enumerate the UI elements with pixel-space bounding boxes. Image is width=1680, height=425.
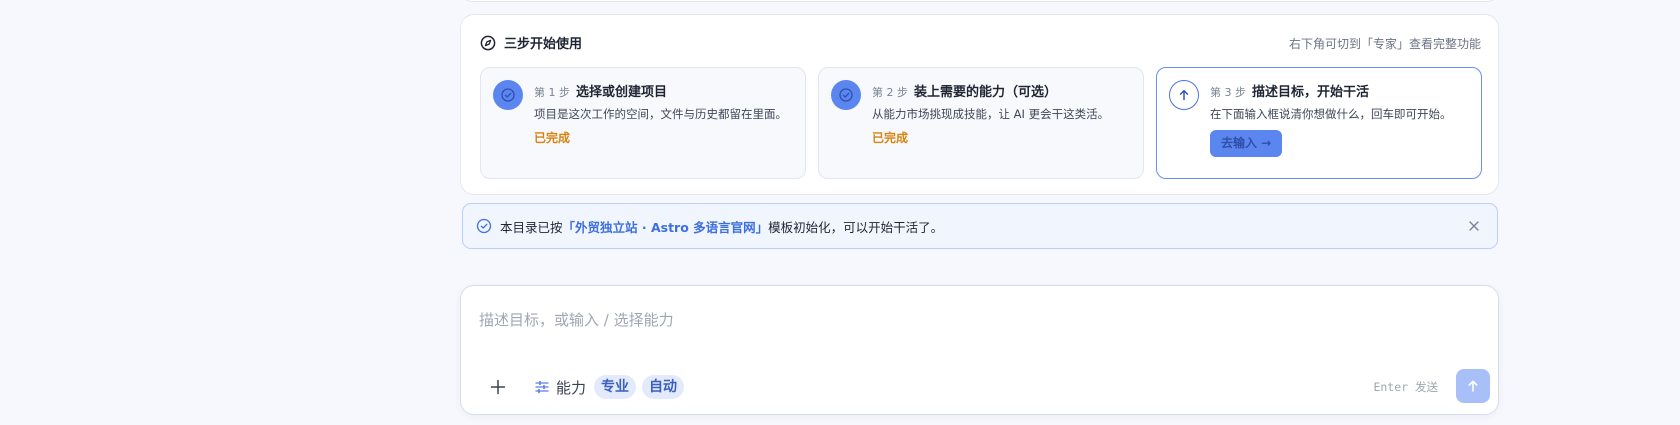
onboarding-hint: 右下角可切到「专家」查看完整功能 — [1288, 37, 1481, 51]
capability-label: 能力 — [556, 378, 587, 397]
template-init-notice: 本目录已按「外贸独立站 · Astro 多语言官网」模板初始化，可以开始干活了。 — [462, 203, 1498, 249]
compass-icon — [480, 35, 496, 51]
step-number: 第 2 步 — [872, 86, 908, 99]
send-button[interactable] — [1456, 369, 1490, 403]
composer: 能力 专业 自动 Enter 发送 — [460, 285, 1499, 415]
close-icon[interactable] — [1465, 217, 1483, 235]
notice-prefix: 本目录已按 — [500, 219, 563, 235]
mode-chip-professional[interactable]: 专业 — [594, 375, 637, 399]
step-description: 从能力市场挑现成技能，让 AI 更会干这类活。 — [872, 107, 1110, 121]
step-status: 已完成 — [872, 131, 909, 145]
go-input-button[interactable]: 去输入 → — [1210, 130, 1283, 157]
mode-chip-auto[interactable]: 自动 — [642, 375, 685, 399]
check-circle-icon — [476, 218, 492, 234]
onboarding-card: 三步开始使用 右下角可切到「专家」查看完整功能 第 1 步 选择或创建项目 项目… — [460, 14, 1499, 195]
previous-card-edge — [460, 0, 1499, 2]
step-card-1[interactable]: 第 1 步 选择或创建项目 项目是这次工作的空间，文件与历史都留在里面。 已完成 — [480, 67, 806, 179]
onboarding-title: 三步开始使用 — [504, 37, 583, 52]
step-status: 已完成 — [534, 131, 571, 145]
goal-input[interactable] — [479, 300, 1469, 340]
plus-icon[interactable] — [486, 375, 510, 399]
capability-selector[interactable]: 能力 专业 自动 — [534, 375, 685, 399]
step-number: 第 1 步 — [534, 86, 570, 99]
enter-send-hint: Enter 发送 — [1373, 380, 1438, 394]
notice-text: 本目录已按「外贸独立站 · Astro 多语言官网」模板初始化，可以开始干活了。 — [500, 217, 943, 236]
step-description: 项目是这次工作的空间，文件与历史都留在里面。 — [534, 107, 787, 121]
step-card-3[interactable]: 第 3 步 描述目标，开始干活 在下面输入框说清你想做什么，回车即可开始。 去输… — [1156, 67, 1482, 179]
onboarding-header: 三步开始使用 — [480, 33, 582, 52]
sliders-icon — [534, 379, 550, 395]
notice-template-name[interactable]: 「外贸独立站 · Astro 多语言官网」 — [563, 220, 769, 235]
step-number: 第 3 步 — [1210, 86, 1246, 99]
step-description: 在下面输入框说清你想做什么，回车即可开始。 — [1210, 107, 1452, 121]
step-card-2[interactable]: 第 2 步 装上需要的能力（可选） 从能力市场挑现成技能，让 AI 更会干这类活… — [818, 67, 1144, 179]
check-circle-icon — [831, 80, 861, 110]
step-title: 描述目标，开始干活 — [1252, 85, 1370, 100]
arrow-up-icon — [1466, 379, 1480, 393]
step-title: 装上需要的能力（可选） — [914, 85, 1058, 100]
check-circle-icon — [493, 80, 523, 110]
arrow-up-circle-icon — [1169, 80, 1199, 110]
notice-suffix: 模板初始化，可以开始干活了。 — [768, 219, 944, 235]
step-title: 选择或创建项目 — [576, 85, 668, 100]
